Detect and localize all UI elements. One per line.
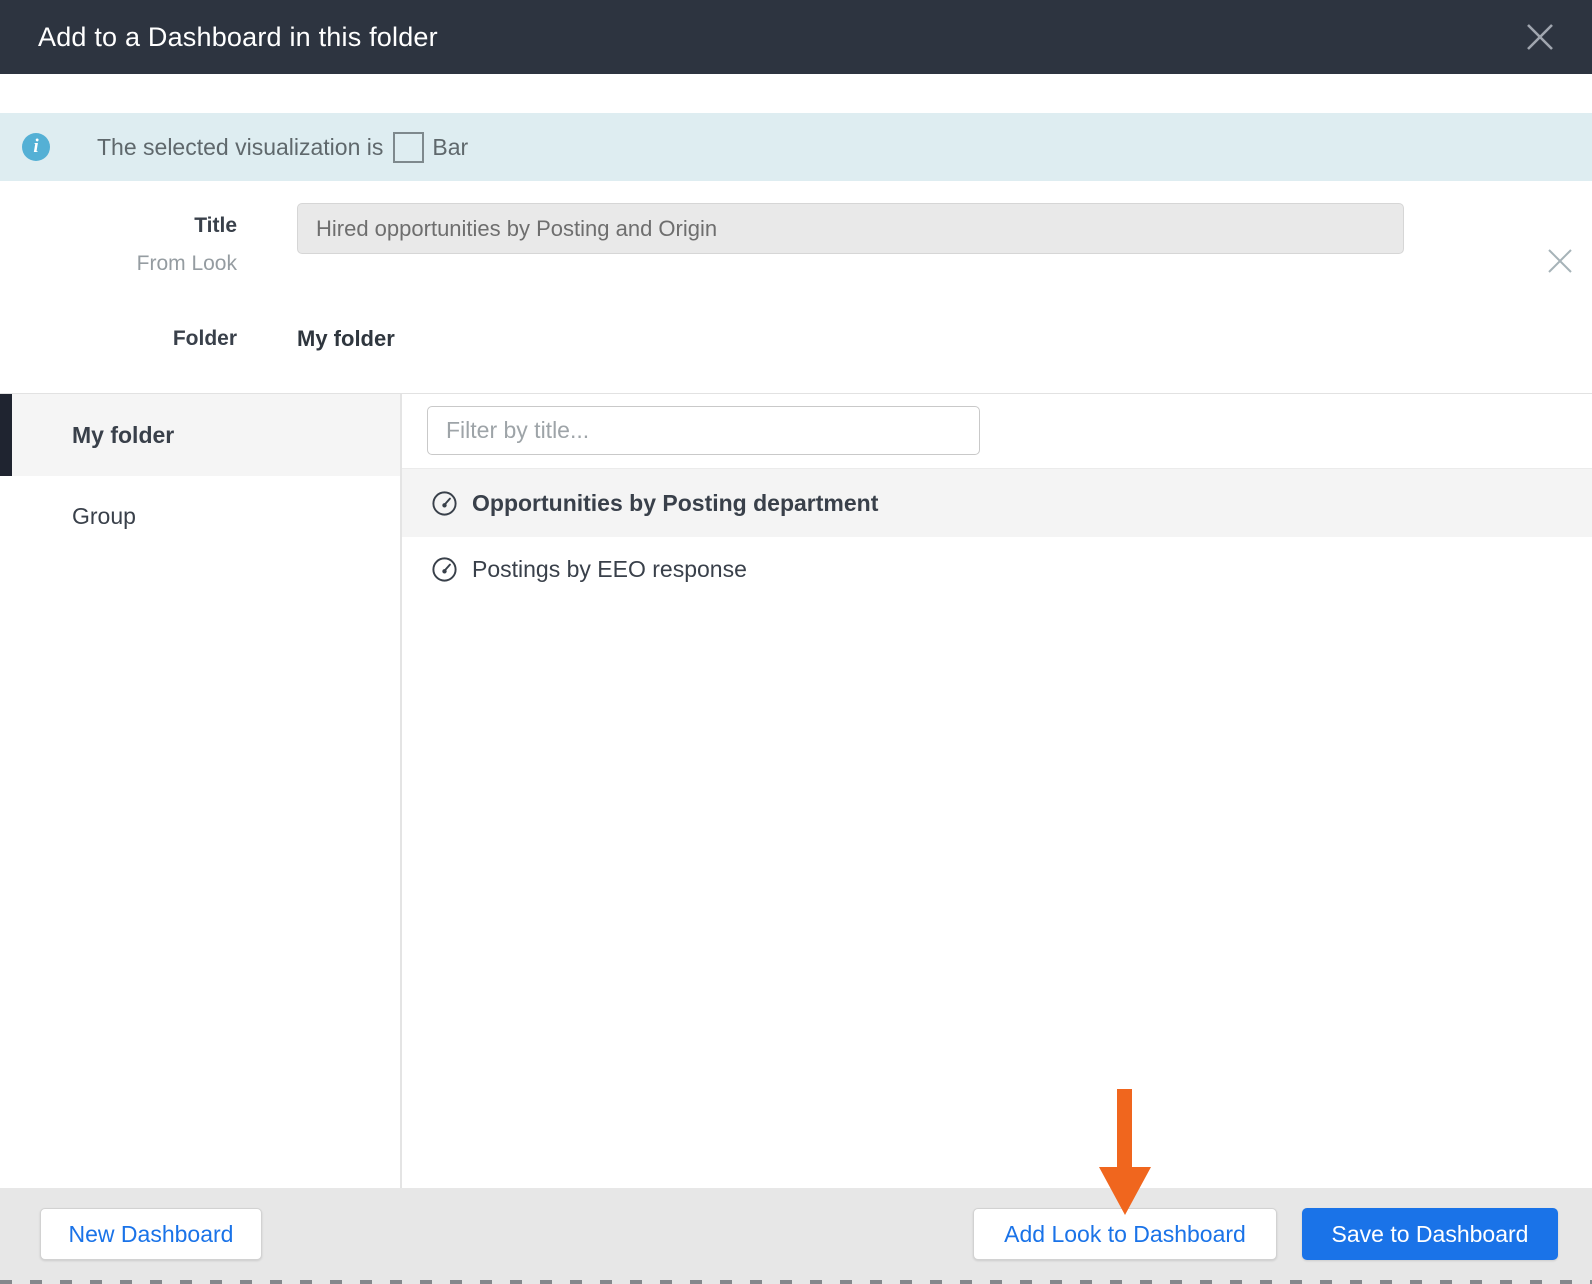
folder-sidebar: My folder Group [0,394,400,1188]
list-item-opportunities[interactable]: Opportunities by Posting department [402,468,1592,537]
viz-type-label: Bar [432,134,468,161]
list-item-label: Opportunities by Posting department [472,490,878,517]
sidebar-item-label: My folder [72,422,174,449]
dashboard-list: Opportunities by Posting department Post… [402,468,1592,601]
add-look-to-dashboard-button[interactable]: Add Look to Dashboard [973,1208,1277,1260]
filter-input[interactable] [427,406,980,455]
sidebar-item-group[interactable]: Group [0,476,400,556]
save-to-dashboard-button[interactable]: Save to Dashboard [1302,1208,1558,1260]
close-icon[interactable] [1521,18,1559,56]
from-look-label: From Look [0,252,237,276]
bottom-dashed-line [0,1280,1592,1284]
button-label: Save to Dashboard [1332,1221,1529,1248]
banner-text: The selected visualization is Bar [97,132,468,163]
dashboard-browser: Opportunities by Posting department Post… [402,394,1592,1188]
modal-header: Add to a Dashboard in this folder [0,0,1592,74]
folder-label: Folder [0,327,237,351]
sidebar-item-my-folder[interactable]: My folder [0,394,400,476]
modal-footer: New Dashboard Add Look to Dashboard Save… [0,1188,1592,1284]
button-label: New Dashboard [69,1221,234,1248]
info-icon: i [22,133,50,161]
button-label: Add Look to Dashboard [1004,1221,1246,1248]
close-icon[interactable] [1543,244,1577,278]
new-dashboard-button[interactable]: New Dashboard [40,1208,262,1260]
sidebar-item-label: Group [72,503,136,530]
bar-chart-icon [393,132,424,163]
dashboard-gauge-icon [429,488,460,519]
add-to-dashboard-modal: Add to a Dashboard in this folder i The … [0,0,1592,1284]
title-field[interactable] [297,203,1404,254]
modal-title: Add to a Dashboard in this folder [38,22,438,53]
folder-value: My folder [297,326,395,352]
title-label: Title [0,214,237,238]
list-item-label: Postings by EEO response [472,556,747,583]
selected-accent-bar [0,394,12,476]
banner-message: The selected visualization is [97,134,383,161]
info-banner: i The selected visualization is Bar [0,113,1592,181]
dashboard-gauge-icon [429,554,460,585]
list-item-postings[interactable]: Postings by EEO response [402,537,1592,601]
